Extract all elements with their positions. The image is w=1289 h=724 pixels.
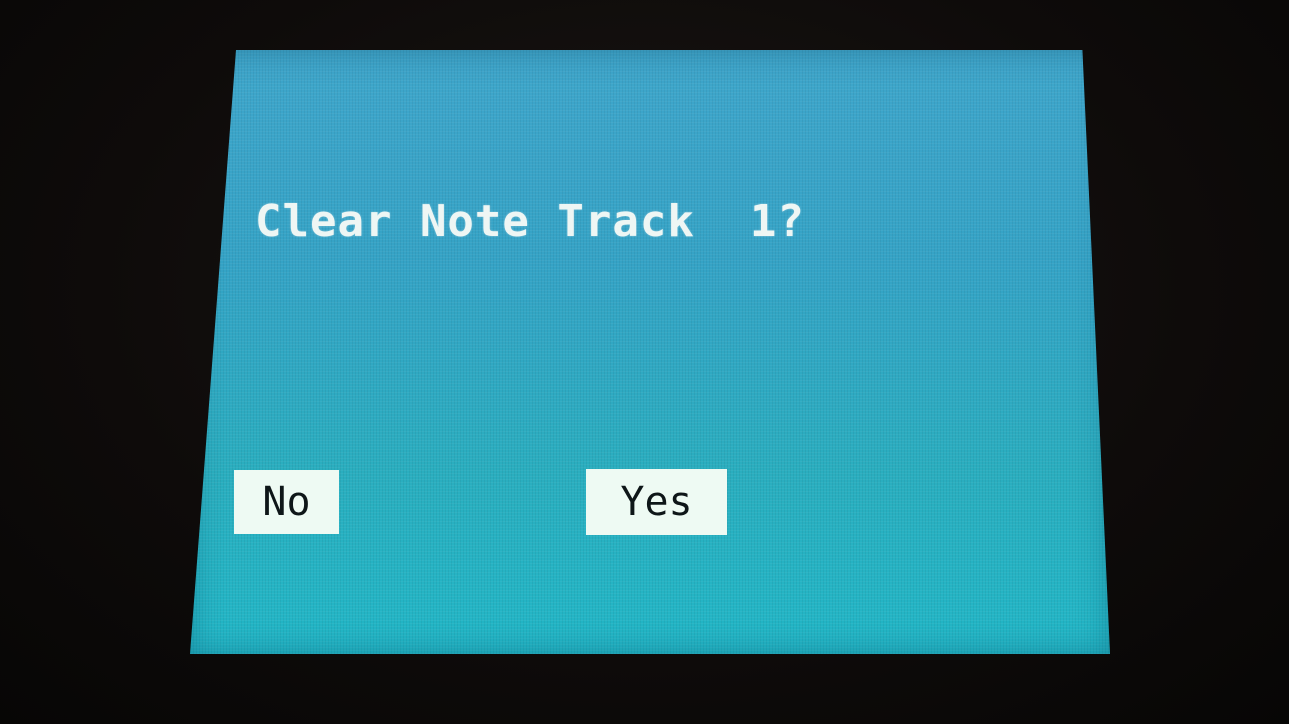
yes-button-label: Yes <box>620 479 693 525</box>
no-button-label: No <box>262 479 311 525</box>
no-button[interactable]: No <box>234 470 339 534</box>
yes-button[interactable]: Yes <box>586 469 727 535</box>
device-bezel: Clear Note Track 1? No Yes <box>0 0 1289 724</box>
dialog-message: Clear Note Track 1? <box>255 196 805 247</box>
lcd-screen <box>190 50 1110 654</box>
